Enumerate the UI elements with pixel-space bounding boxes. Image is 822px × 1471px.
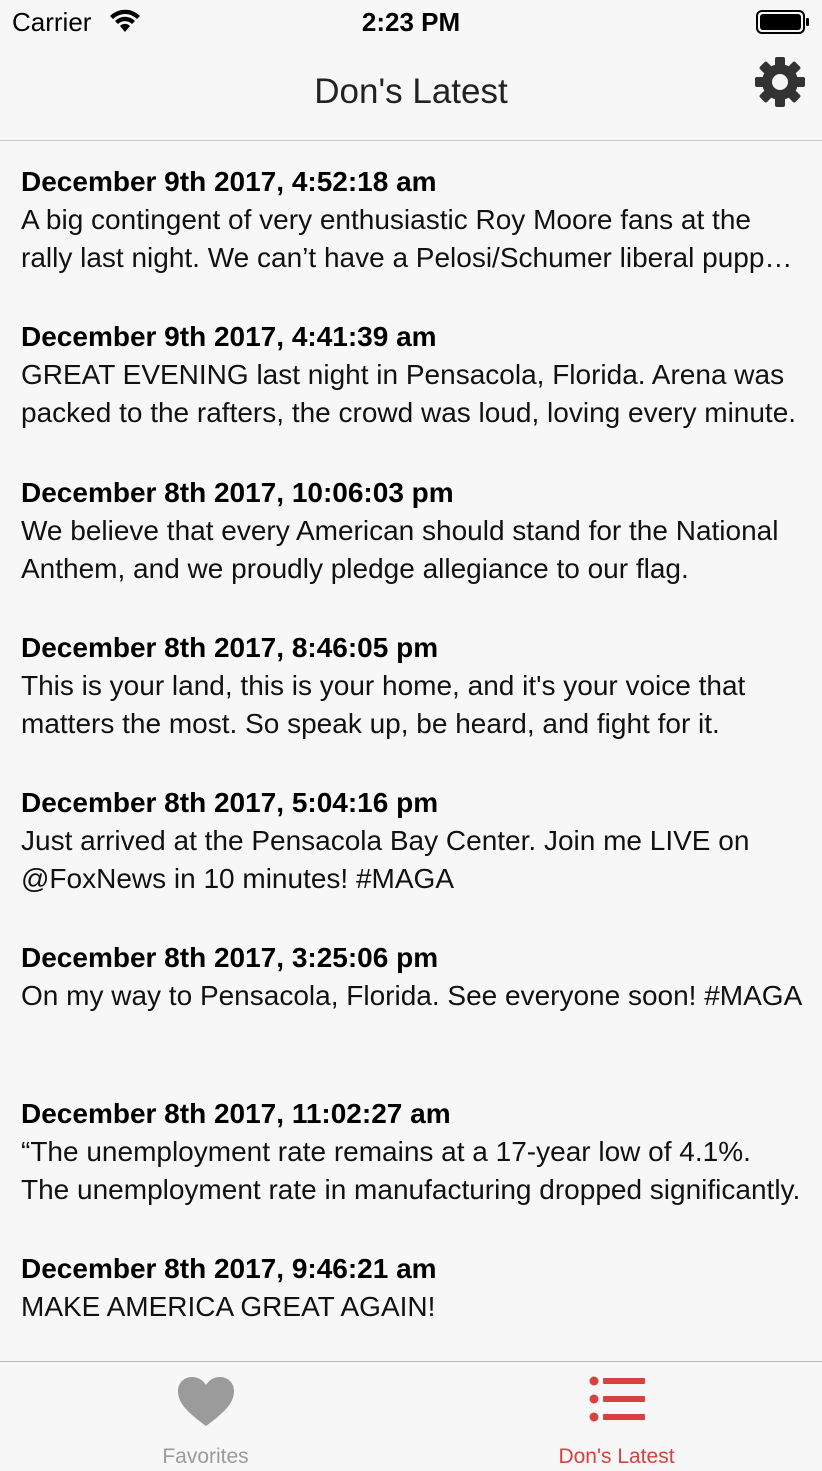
- item-date: December 8th 2017, 9:46:21 am: [21, 1253, 437, 1284]
- status-time: 2:23 PM: [361, 7, 461, 37]
- list-item[interactable]: December 8th 2017, 5:04:16 pm Just arriv…: [21, 784, 806, 898]
- tab-bar: Favorites Don's Latest: [0, 1361, 822, 1471]
- tab-label: Don's Latest: [558, 1445, 675, 1468]
- item-date: December 8th 2017, 11:02:27 am: [21, 1098, 451, 1129]
- item-text: A big contingent of very enthusiastic Ro…: [21, 204, 788, 273]
- tab-favorites[interactable]: Favorites: [0, 1362, 411, 1471]
- page-title: Don's Latest: [314, 72, 508, 111]
- list-item[interactable]: December 8th 2017, 9:46:21 am MAKE AMERI…: [21, 1250, 806, 1326]
- gear-icon[interactable]: [752, 54, 808, 110]
- item-text: MAKE AMERICA GREAT AGAIN!: [21, 1291, 436, 1322]
- list-item[interactable]: December 8th 2017, 3:25:06 pm On my way …: [21, 939, 806, 1015]
- heart-icon: [177, 1377, 234, 1426]
- item-text: On my way to Pensacola, Florida. See eve…: [21, 980, 803, 1011]
- list-item[interactable]: December 9th 2017, 4:41:39 am GREAT EVEN…: [21, 318, 806, 432]
- list-item[interactable]: December 8th 2017, 10:06:03 pm We believ…: [21, 474, 806, 588]
- tab-label: Favorites: [162, 1445, 249, 1468]
- item-date: December 9th 2017, 4:52:18 am: [21, 166, 437, 197]
- item-date: December 9th 2017, 4:41:39 am: [21, 321, 437, 352]
- item-text: This is your land, this is your home, an…: [21, 670, 746, 739]
- item-date: December 8th 2017, 8:46:05 pm: [21, 632, 439, 663]
- tab-dons-latest[interactable]: Don's Latest: [411, 1362, 822, 1471]
- list-item[interactable]: December 9th 2017, 4:52:18 am A big cont…: [21, 163, 806, 277]
- item-date: December 8th 2017, 5:04:16 pm: [21, 787, 439, 818]
- list-item[interactable]: December 8th 2017, 8:46:05 pm This is yo…: [21, 629, 806, 743]
- navigation-bar: Don's Latest: [0, 44, 822, 141]
- list-icon: [589, 1376, 645, 1422]
- item-text: Just arrived at the Pensacola Bay Center…: [21, 825, 750, 894]
- item-text: GREAT EVENING last night in Pensacola, F…: [21, 359, 797, 428]
- tweet-list[interactable]: December 9th 2017, 4:52:18 am A big cont…: [0, 141, 822, 1361]
- item-date: December 8th 2017, 10:06:03 pm: [21, 477, 454, 508]
- battery-icon: [756, 10, 809, 34]
- item-text: We believe that every American should st…: [21, 515, 779, 584]
- item-text: “The unemployment rate remains at a 17-y…: [21, 1136, 801, 1205]
- status-bar: Carrier 2:23 PM: [0, 0, 822, 44]
- list-item[interactable]: December 8th 2017, 11:02:27 am “The unem…: [21, 1095, 806, 1209]
- item-date: December 8th 2017, 3:25:06 pm: [21, 942, 439, 973]
